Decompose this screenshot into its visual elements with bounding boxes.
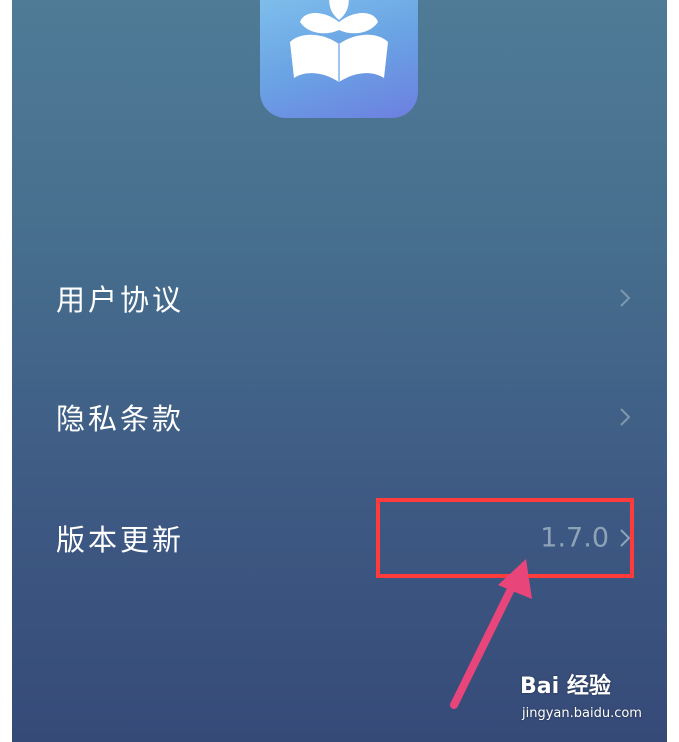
- watermark-logo: Bai 经验: [520, 674, 611, 699]
- chevron-right-icon: [620, 289, 631, 307]
- menu-item-label: 用户协议: [56, 283, 185, 317]
- about-screen: 用户协议 隐私条款 版本更新 1.7.0: [12, 0, 667, 742]
- app-logo: [260, 0, 418, 118]
- menu-item-label: 版本更新: [56, 523, 185, 557]
- menu-item-label: 隐私条款: [56, 402, 185, 436]
- baidu-jingyan-watermark: Bai 经验 jingyan.baidu.com: [520, 668, 670, 728]
- chevron-right-icon: [620, 408, 631, 426]
- book-leaf-icon: [290, 0, 388, 82]
- menu-item-privacy-terms[interactable]: 隐私条款: [12, 387, 667, 447]
- screenshot-frame: 用户协议 隐私条款 版本更新 1.7.0 Bai 经验 jingyan.baid…: [0, 0, 679, 742]
- menu-item-user-agreement[interactable]: 用户协议: [12, 268, 667, 328]
- watermark-url: jingyan.baidu.com: [522, 706, 642, 721]
